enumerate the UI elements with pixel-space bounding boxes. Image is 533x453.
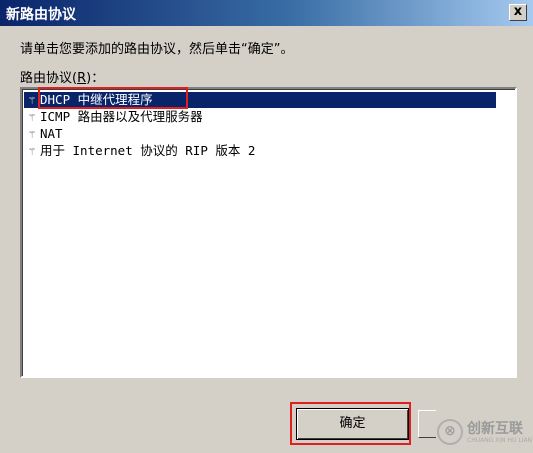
protocol-listbox[interactable]: ⚚ DHCP 中继代理程序 ⚚ ICMP 路由器以及代理服务器 ⚚ NAT ⚚ 用于 I… xyxy=(20,87,517,378)
protocol-icon: ⚚ xyxy=(28,145,36,158)
protocol-item-label: ICMP 路由器以及代理服务器 xyxy=(40,109,203,124)
watermark-text: 创新互联 xyxy=(467,421,523,437)
ok-annotation-box xyxy=(290,402,411,445)
protocol-icon: ⚚ xyxy=(28,128,36,141)
protocol-item-icmp[interactable]: ⚚ ICMP 路由器以及代理服务器 xyxy=(24,109,496,125)
close-button[interactable]: x xyxy=(509,4,527,21)
title-bar: 新路由协议 x xyxy=(0,0,533,26)
protocol-item-rip[interactable]: ⚚ 用于 Internet 协议的 RIP 版本 2 xyxy=(24,143,496,159)
protocol-icon: ⚚ xyxy=(28,111,36,124)
selection-annotation-box xyxy=(38,87,188,109)
protocol-item-nat[interactable]: ⚚ NAT xyxy=(24,126,496,142)
list-label-suffix: )： xyxy=(86,71,105,86)
instruction-text: 请单击您要添加的路由协议，然后单击“确定”。 xyxy=(20,42,294,57)
list-label-prefix: 路由协议( xyxy=(20,71,78,86)
watermark-logo-icon: ⊗ xyxy=(437,419,463,445)
protocol-item-label: 用于 Internet 协议的 RIP 版本 2 xyxy=(40,143,256,158)
protocol-item-label: NAT xyxy=(40,126,63,141)
window-title: 新路由协议 xyxy=(6,7,76,23)
protocol-list-label: 路由协议(R)： xyxy=(20,67,104,86)
watermark-subtext: CHUANG XIN HU LIAN xyxy=(467,437,533,444)
list-label-accesskey: R xyxy=(77,71,87,86)
watermark: ⊗ 创新互联 CHUANG XIN HU LIAN xyxy=(433,416,533,450)
